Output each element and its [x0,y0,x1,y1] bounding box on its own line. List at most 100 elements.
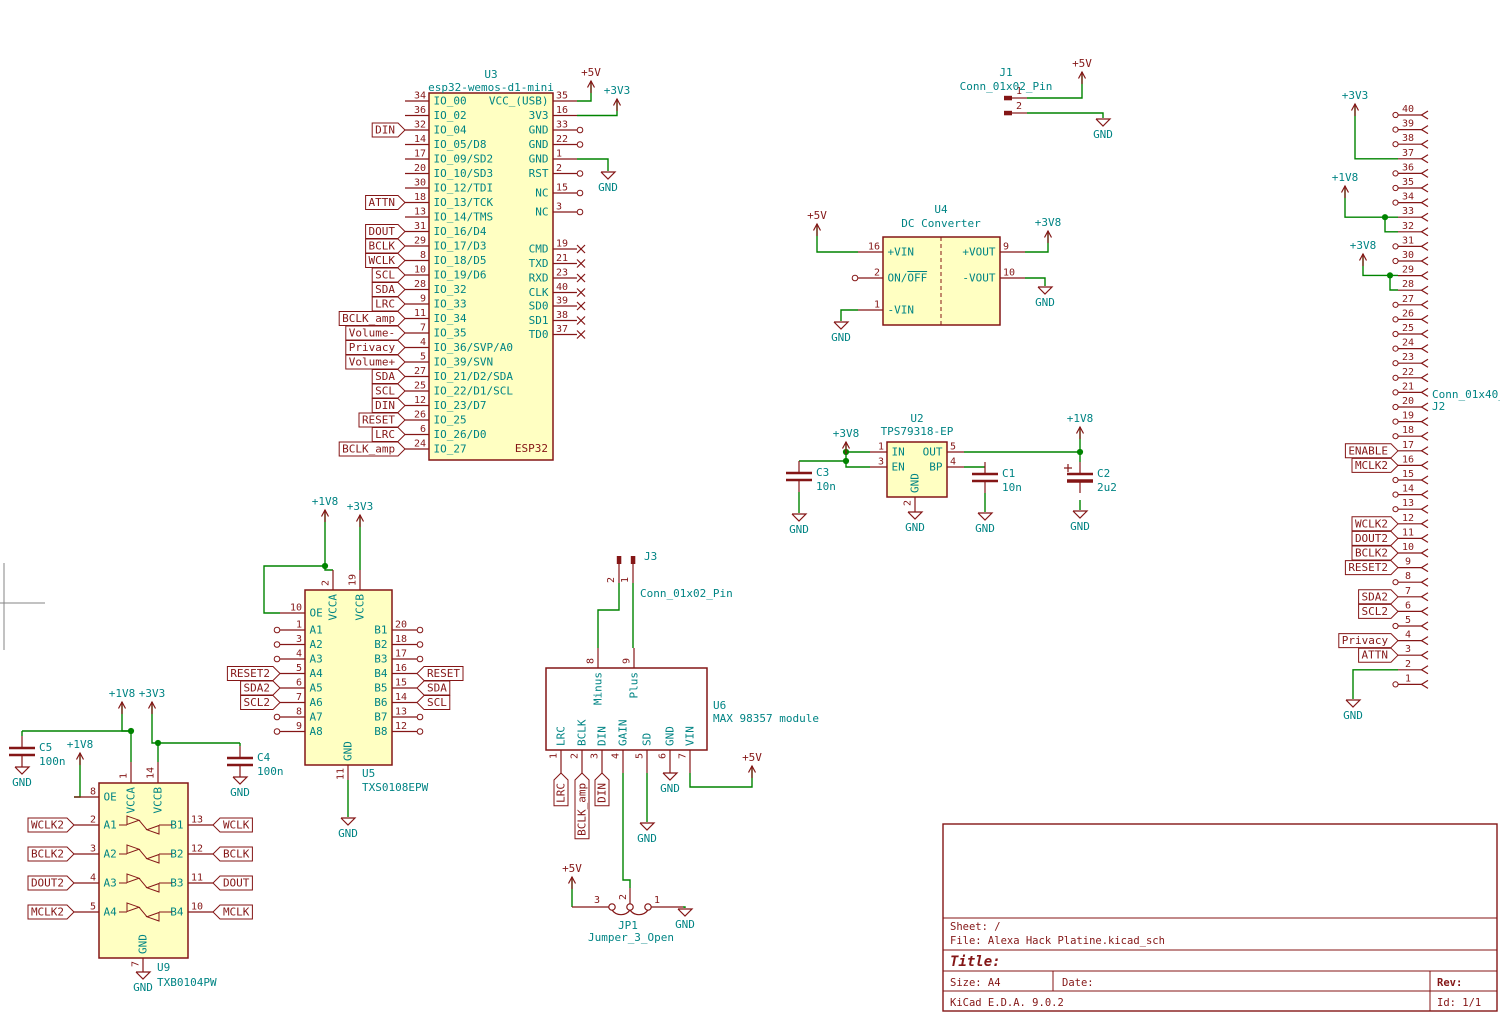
wire[interactable] [816,224,858,253]
power-symbol-GND[interactable]: GND [12,766,32,789]
power-symbol-+1V8[interactable]: +1V8 [1332,171,1359,198]
hierarchical-label-BCLK[interactable]: BCLK [365,238,406,254]
hierarchical-label-SCL[interactable]: SCL [371,383,406,399]
power-symbol-GND[interactable]: GND [905,511,925,534]
capacitor-C4[interactable]: C4100n [227,746,284,778]
wire[interactable] [1027,112,1104,118]
power-symbol-+1V8[interactable]: +1V8 [67,738,94,765]
capacitor-C2[interactable]: C22u2 [1064,462,1117,494]
symbol-U6[interactable]: U6MAX 98357 module 8 Minus 9 Plus 1 LRC 2 BCLK 3 D… [545,648,819,773]
wire[interactable] [689,766,753,788]
power-symbol-GND[interactable]: GND [975,512,995,535]
power-symbol-GND[interactable]: GND [598,171,618,194]
hierarchical-label-DOUT[interactable]: DOUT [212,875,253,891]
wire[interactable] [622,773,631,888]
wire[interactable] [121,702,131,732]
wire[interactable] [845,442,870,468]
power-symbol-GND[interactable]: GND [230,776,250,799]
hierarchical-label-SDA2[interactable]: SDA2 [1358,589,1399,605]
hierarchical-label-BCLK_amp[interactable]: BCLK_amp [338,311,406,326]
power-symbol-GND[interactable]: GND [133,971,153,994]
hierarchical-label-ATTN[interactable]: ATTN [365,195,406,210]
power-symbol-GND[interactable]: GND [1035,286,1055,309]
hierarchical-label-WCLK[interactable]: WCLK [212,817,253,833]
wire[interactable] [597,583,620,648]
hierarchical-label-BCLK2[interactable]: BCLK2 [27,846,75,862]
power-symbol-+5V[interactable]: +5V [1072,57,1092,84]
power-symbol-GND[interactable]: GND [637,822,657,845]
wire[interactable] [1362,254,1398,277]
jumper-JP1[interactable]: 3 12JP1Jumper_3_Open [572,888,683,944]
hierarchical-label-LRC[interactable]: LRC [371,296,406,312]
power-symbol-+3V3[interactable]: +3V3 [604,84,631,111]
power-symbol-GND[interactable]: GND [675,908,695,931]
hierarchical-label-Privacy[interactable]: Privacy [1338,633,1399,649]
power-symbol-+1V8[interactable]: +1V8 [109,687,136,714]
hierarchical-label-MCLK2[interactable]: MCLK2 [1351,457,1399,473]
power-symbol-+3V8[interactable]: +3V8 [1350,239,1377,266]
hierarchical-label-BCLK_amp[interactable]: BCLK_amp [338,441,406,457]
hierarchical-label-SCL2[interactable]: SCL2 [1358,603,1399,619]
connector-J3[interactable]: 2 1 J3 Conn_01x02_Pin [606,550,733,600]
power-symbol-GND[interactable]: GND [1070,510,1090,533]
hierarchical-label-WCLK2[interactable]: WCLK2 [1351,516,1399,532]
hierarchical-label-DIN[interactable]: DIN [371,122,406,138]
power-symbol-+3V3[interactable]: +3V3 [139,687,166,714]
hierarchical-label-Volume-[interactable]: Volume- [345,325,406,341]
hierarchical-label-WCLK[interactable]: WCLK [365,253,406,268]
hierarchical-label-RESET2[interactable]: RESET2 [226,666,281,681]
hierarchical-label-BCLK_amp[interactable]: BCLK_amp [574,772,590,840]
wire[interactable] [1025,277,1046,286]
power-symbol-GND[interactable]: GND [831,321,851,344]
hierarchical-label-DIN[interactable]: DIN [594,772,610,807]
hierarchical-label-SDA2[interactable]: SDA2 [240,680,281,696]
wire[interactable] [1354,104,1398,160]
power-symbol-+5V[interactable]: +5V [742,751,762,778]
connector-J2[interactable]: 4039383736353433323130292827262524232221… [1392,104,1500,689]
hierarchical-label-DOUT2[interactable]: DOUT2 [1351,530,1399,546]
power-symbol-+5V[interactable]: +5V [807,209,827,236]
symbol-U9[interactable]: U9 TXB0104PW 8 OE 2 A1 3 A2 4 A3 5 A4 13 B1 12 B2 11 B3 10… [74,762,217,989]
hierarchical-label-RESET2[interactable]: RESET2 [1344,560,1399,576]
hierarchical-label-SDA[interactable]: SDA [371,369,406,384]
hierarchical-label-Privacy[interactable]: Privacy [345,340,406,355]
hierarchical-label-RESET[interactable]: RESET [358,412,406,428]
hierarchical-label-LRC[interactable]: LRC [553,772,569,807]
hierarchical-label-SCL[interactable]: SCL [416,695,451,710]
power-symbol-GND[interactable]: GND [1093,118,1113,141]
hierarchical-label-SDA[interactable]: SDA [371,282,406,297]
hierarchical-label-MCLK2[interactable]: MCLK2 [27,904,75,920]
hierarchical-label-DOUT[interactable]: DOUT [365,224,406,239]
hierarchical-label-DOUT2[interactable]: DOUT2 [27,875,75,891]
wire[interactable] [683,906,686,908]
symbol-U2[interactable]: U2TPS79318-EP 1 IN 3 EN 5 OUT 4 BP 2 GND [870,412,964,512]
hierarchical-label-ATTN[interactable]: ATTN [1358,647,1399,663]
capacitor-C3[interactable]: C310n [786,461,836,493]
power-symbol-GND[interactable]: GND [1343,699,1363,722]
hierarchical-label-ENABLE[interactable]: ENABLE [1344,443,1399,459]
hierarchical-label-LRC[interactable]: LRC [371,427,406,442]
power-symbol-+1V8[interactable]: +1V8 [312,495,339,522]
connector-J1[interactable]: 12J1Conn_01x02_Pin [960,66,1053,116]
power-symbol-+5V[interactable]: +5V [562,862,582,889]
hierarchical-label-RESET[interactable]: RESET [416,666,464,681]
symbol-U3[interactable]: U3esp32-wemos-d1-miniESP3234 IO_0036 IO_02… [405,68,586,461]
power-symbol-+3V8[interactable]: +3V8 [833,427,860,454]
hierarchical-label-SCL2[interactable]: SCL2 [240,695,281,710]
symbol-body[interactable] [98,782,189,959]
wire[interactable] [840,309,858,321]
wire[interactable] [1344,186,1398,218]
power-symbol-+3V8[interactable]: +3V8 [1035,216,1062,243]
wire[interactable] [1025,231,1049,253]
hierarchical-label-WCLK2[interactable]: WCLK2 [27,817,75,833]
power-symbol-+3V3[interactable]: +3V3 [1342,89,1369,116]
wire[interactable] [577,158,609,171]
hierarchical-label-BCLK[interactable]: BCLK [212,846,253,862]
power-symbol-GND[interactable]: GND [660,772,680,795]
hierarchical-label-SDA[interactable]: SDA [416,680,451,696]
power-symbol-+5V[interactable]: +5V [581,66,601,93]
power-symbol-+1V8[interactable]: +1V8 [1067,412,1094,439]
hierarchical-label-Volume+[interactable]: Volume+ [345,354,406,370]
hierarchical-label-MCLK[interactable]: MCLK [212,904,253,920]
wire[interactable] [1352,669,1398,699]
